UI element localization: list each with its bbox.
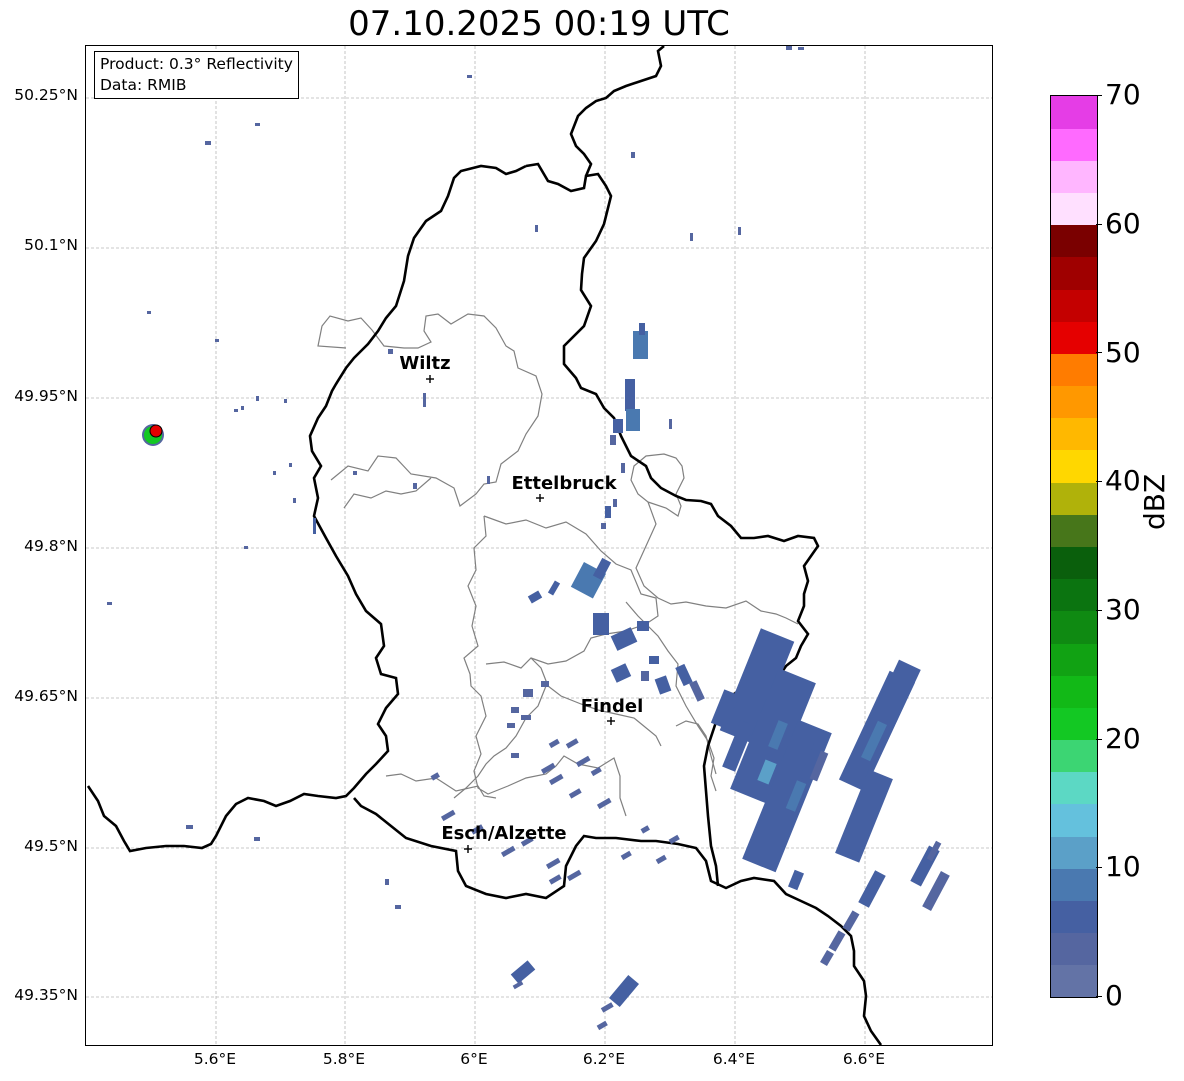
radar-map[interactable]: Wiltz Ettelbruck Findel Esch/Alzette <box>85 45 993 1046</box>
info-box: Product: 0.3° Reflectivity Data: RMIB <box>94 51 299 99</box>
colorbar-segment <box>1051 546 1097 580</box>
colorbar-segment <box>1051 643 1097 676</box>
lat-tick-label: 49.5°N <box>24 837 78 855</box>
national-borders <box>86 46 883 1045</box>
colorbar-segment <box>1051 675 1097 708</box>
lat-tick-label: 49.8°N <box>24 537 78 555</box>
city-labels: Wiltz Ettelbruck Findel Esch/Alzette <box>399 353 643 844</box>
lat-tick-label: 49.35°N <box>14 986 78 1004</box>
colorbar-tick-label: 20 <box>1105 722 1141 755</box>
canton-boundary-mersch <box>483 515 659 669</box>
colorbar-segment <box>1051 610 1097 644</box>
lon-tick-label: 6°E <box>460 1050 488 1068</box>
colorbar-segment <box>1051 482 1097 515</box>
city-label-esch: Esch/Alzette <box>441 823 566 844</box>
colorbar-segment <box>1051 707 1097 741</box>
colorbar-segment <box>1051 256 1097 290</box>
city-marker-ettelbruck <box>536 494 544 502</box>
colorbar-segment <box>1051 868 1097 901</box>
colorbar-tick-label: 40 <box>1105 464 1141 497</box>
colorbar-tick-label: 10 <box>1105 850 1141 883</box>
product-label: Product: 0.3° Reflectivity <box>100 55 293 73</box>
data-source-label: Data: RMIB <box>100 76 187 94</box>
lon-tick-label: 6.6°E <box>842 1050 886 1068</box>
lat-tick-label: 49.65°N <box>14 687 78 705</box>
colorbar-segment <box>1051 578 1097 612</box>
colorbar-segment <box>1051 96 1097 129</box>
colorbar-segment <box>1051 321 1097 354</box>
colorbar-segment <box>1051 932 1097 966</box>
colorbar-tick-label: 70 <box>1105 78 1141 111</box>
lat-tick-label: 50.1°N <box>24 236 78 254</box>
city-label-wiltz: Wiltz <box>399 353 450 374</box>
colorbar-tick <box>1096 223 1102 225</box>
map-canvas: Wiltz Ettelbruck Findel Esch/Alzette <box>86 46 992 1045</box>
colorbar <box>1050 95 1098 998</box>
colorbar-segment <box>1051 900 1097 934</box>
lon-tick-label: 5.6°E <box>193 1050 237 1068</box>
colorbar-segment <box>1051 192 1097 226</box>
colorbar-segment <box>1051 289 1097 322</box>
colorbar-tick <box>1096 481 1102 483</box>
colorbar-tick <box>1096 738 1102 740</box>
colorbar-segment <box>1051 385 1097 419</box>
colorbar-tick <box>1096 95 1102 96</box>
colorbar-tick-label: 50 <box>1105 336 1141 369</box>
colorbar-segment <box>1051 836 1097 869</box>
colorbar-tick <box>1096 352 1102 354</box>
colorbar-segment <box>1051 224 1097 258</box>
colorbar-segment <box>1051 803 1097 837</box>
lon-tick-label: 5.8°E <box>322 1050 366 1068</box>
lat-tick-label: 50.25°N <box>14 86 78 104</box>
gridlines <box>86 46 992 1045</box>
colorbar-segment <box>1051 739 1097 773</box>
city-label-findel: Findel <box>581 696 644 717</box>
colorbar-tick <box>1096 609 1102 611</box>
lon-tick-label: 6.4°E <box>712 1050 756 1068</box>
canton-boundary-capellen <box>343 477 432 509</box>
colorbar-tick-label: 30 <box>1105 593 1141 626</box>
colorbar-segment <box>1051 964 1097 998</box>
colorbar-segment <box>1051 353 1097 387</box>
colorbar-unit-label: dBZ <box>1138 473 1171 530</box>
colorbar-tick <box>1096 996 1102 997</box>
canton-boundary-west <box>385 773 497 799</box>
border-luxembourg-belgium <box>86 164 527 853</box>
lat-tick-label: 49.95°N <box>14 387 78 405</box>
city-marker-esch <box>464 845 472 853</box>
city-label-ettelbruck: Ettelbruck <box>511 473 617 494</box>
lon-tick-label: 6.2°E <box>582 1050 626 1068</box>
city-marker-wiltz <box>426 375 434 383</box>
colorbar-segment <box>1051 771 1097 805</box>
colorbar-segment <box>1051 417 1097 451</box>
colorbar-tick <box>1096 867 1102 869</box>
colorbar-segment <box>1051 160 1097 194</box>
colorbar-segment <box>1051 449 1097 483</box>
map-title: 07.10.2025 00:19 UTC <box>348 4 730 44</box>
colorbar-tick-label: 60 <box>1105 207 1141 240</box>
city-marker-findel <box>607 717 615 725</box>
radar-site-marker <box>142 424 164 446</box>
colorbar-segment <box>1051 128 1097 161</box>
colorbar-segment <box>1051 514 1097 547</box>
canton-boundary-south <box>453 685 547 799</box>
colorbar-tick-label: 0 <box>1105 979 1123 1012</box>
border-belgium-germany <box>569 46 665 177</box>
canton-boundary-north <box>317 313 543 507</box>
border-luxembourg-france <box>353 797 883 1045</box>
radar-echoes <box>107 46 950 1031</box>
